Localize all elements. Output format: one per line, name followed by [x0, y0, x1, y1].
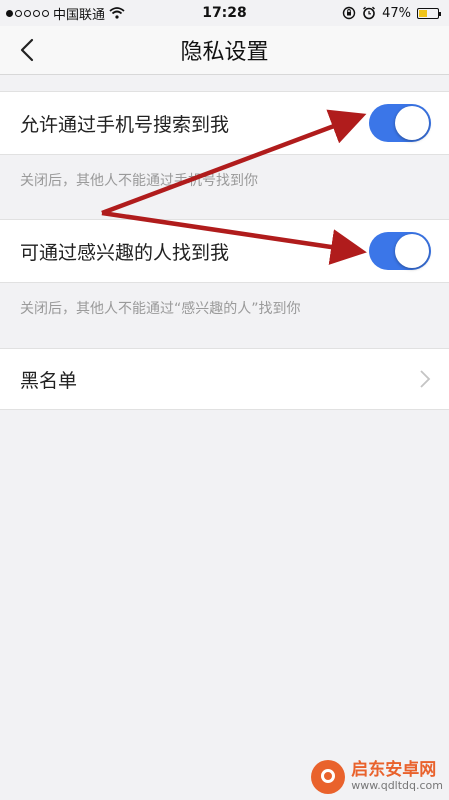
- interest-toggle[interactable]: [369, 232, 431, 270]
- alarm-icon: [363, 6, 376, 20]
- chevron-left-icon: [20, 38, 34, 62]
- status-bar: 中国联通 17:28 47%: [0, 0, 449, 26]
- phone-search-toggle[interactable]: [369, 104, 431, 142]
- watermark-text: 启东安卓网 www.qdltdq.com: [351, 760, 443, 793]
- toggle-knob: [395, 234, 429, 268]
- phone-search-hint: 关闭后，其他人不能通过手机号找到你: [20, 173, 258, 189]
- battery-fill: [419, 9, 427, 17]
- watermark-logo-icon: [311, 760, 346, 794]
- interest-hint: 关闭后，其他人不能通过“感兴趣的人”找到你: [20, 301, 301, 317]
- watermark: 启东安卓网 www.qdltdq.com: [311, 760, 443, 794]
- toggle-knob: [395, 106, 429, 140]
- nav-bar: 隐私设置: [0, 26, 449, 75]
- status-left: 中国联通: [0, 4, 125, 23]
- wifi-icon: [109, 7, 125, 19]
- watermark-url: www.qdltdq.com: [351, 779, 443, 793]
- chevron-right-icon: [420, 370, 431, 388]
- rotation-lock-icon: [342, 6, 356, 20]
- signal-strength-icon: [6, 9, 49, 17]
- watermark-title: 启东安卓网: [351, 760, 437, 781]
- setting-row-interest[interactable]: 可通过感兴趣的人找到我: [0, 219, 449, 283]
- status-right: 47%: [342, 6, 449, 21]
- blacklist-label: 黑名单: [20, 369, 78, 392]
- blacklist-row[interactable]: 黑名单: [0, 348, 449, 410]
- setting-row-phone-search[interactable]: 允许通过手机号搜索到我: [0, 91, 449, 155]
- page-title: 隐私设置: [180, 40, 269, 65]
- carrier-label: 中国联通: [53, 7, 106, 23]
- battery-icon: [417, 7, 441, 19]
- battery-percent: 47%: [382, 5, 411, 21]
- back-button[interactable]: [10, 32, 44, 68]
